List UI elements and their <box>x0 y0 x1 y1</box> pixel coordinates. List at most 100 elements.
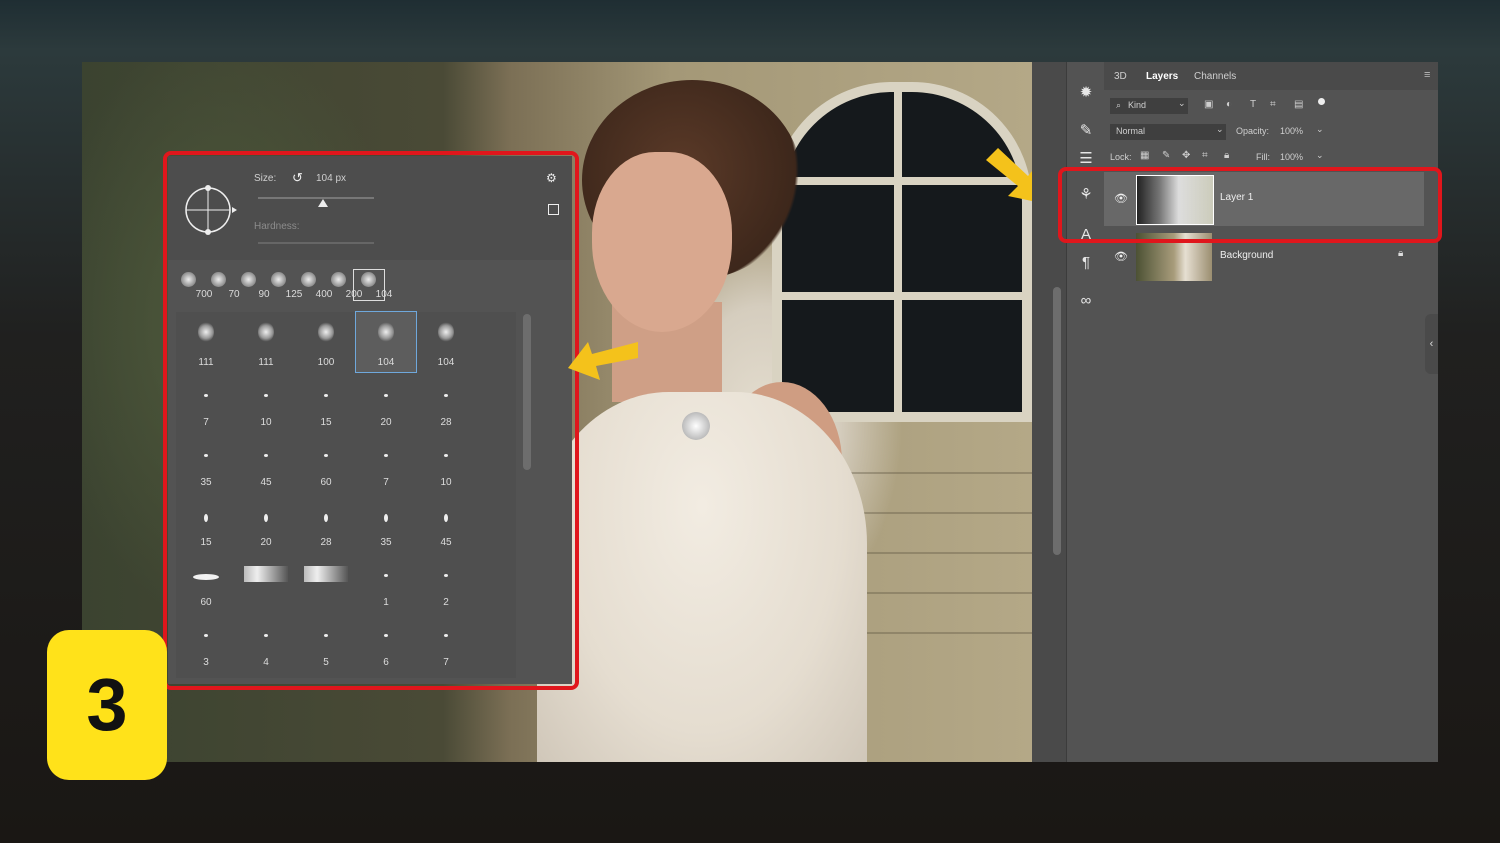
recent-brush-preset[interactable]: 90 <box>234 270 270 300</box>
recent-brush-preset[interactable]: 400 <box>294 270 332 300</box>
brush-tip-cell[interactable]: 7 <box>356 432 416 492</box>
recent-brush-presets: 700 70 90 125 400 200 104 <box>174 269 394 302</box>
filter-toggle-icon[interactable] <box>1318 98 1325 105</box>
brush-tip-cell[interactable]: 100 <box>296 312 356 372</box>
tab-3d[interactable]: 3D <box>1114 71 1127 82</box>
recent-brush-preset[interactable]: 104 <box>353 269 392 301</box>
brush-tip-icon <box>264 454 268 457</box>
brush-tip-icon <box>241 272 256 287</box>
brush-tip-cell[interactable]: 15 <box>296 372 356 432</box>
brush-tip-cell[interactable]: 6 <box>356 612 416 672</box>
brush-size-label: 7 <box>383 477 389 488</box>
brush-size-label: 3 <box>203 657 209 668</box>
brush-tip-cell[interactable]: 28 <box>296 492 356 552</box>
filter-kind-select[interactable]: ⌕ Kind ⌄ <box>1110 98 1188 114</box>
brush-tip-cell[interactable]: 111 <box>176 312 236 372</box>
layer-name[interactable]: Background <box>1220 250 1273 261</box>
brush-tip-cell[interactable]: 28 <box>416 372 476 432</box>
brush-tip-cell[interactable]: 15 <box>176 492 236 552</box>
panel-menu-icon[interactable]: ≡ <box>1424 69 1430 81</box>
lock-transparent-icon[interactable]: ▦ <box>1140 150 1149 161</box>
brush-tip-icon <box>324 394 328 397</box>
lock-all-icon[interactable]: 🔒︎ <box>1224 150 1229 161</box>
brush-angle-icon[interactable] <box>182 182 246 238</box>
size-slider[interactable] <box>258 197 374 199</box>
adjustment-filter-icon[interactable]: ◐ <box>1226 99 1232 110</box>
face <box>592 152 732 332</box>
shape-filter-icon[interactable]: ⌗ <box>1270 99 1276 110</box>
opacity-value[interactable]: 100% <box>1280 126 1303 136</box>
brush-tip-cell[interactable]: 104 <box>355 311 417 373</box>
brush-size-label: 45 <box>440 537 452 548</box>
brush-tip-cell[interactable]: 60 <box>176 552 236 612</box>
brush-size-label: 10 <box>260 417 272 428</box>
lock-pixels-icon[interactable]: ✎ <box>1162 150 1170 161</box>
collapse-panel-button[interactable]: ‹ <box>1425 314 1438 374</box>
brush-tip-icon <box>361 272 376 287</box>
brush-tip-cell[interactable]: 104 <box>416 312 476 372</box>
lock-position-icon[interactable]: ✥ <box>1182 150 1190 161</box>
smart-object-filter-icon[interactable]: ▤ <box>1294 99 1303 110</box>
chevron-down-icon[interactable]: ⌄ <box>1316 150 1324 161</box>
hardness-slider[interactable] <box>258 242 374 244</box>
layer-row-layer-1[interactable]: 👁︎ Layer 1 <box>1104 172 1424 226</box>
hardness-label: Hardness: <box>254 221 300 232</box>
canvas-scrollbar[interactable] <box>1053 287 1061 555</box>
gear-icon[interactable]: ⚙ <box>546 171 557 185</box>
size-value[interactable]: 104 px <box>316 173 346 184</box>
layer-row-background[interactable]: 👁︎ Background 🔒︎ <box>1104 230 1424 284</box>
tab-layers[interactable]: Layers <box>1146 71 1178 82</box>
brush-tip-cell[interactable]: 3 <box>176 612 236 672</box>
brush-tip-cell[interactable]: 7 <box>416 612 476 672</box>
brush-tip-cell[interactable]: 35 <box>176 432 236 492</box>
sun-icon[interactable]: ✹ <box>1077 84 1095 102</box>
brush-tip-cell[interactable]: 4 <box>236 612 296 672</box>
recent-brush-preset[interactable]: 700 <box>174 270 212 300</box>
recent-brush-preset[interactable]: 70 <box>204 270 240 300</box>
brush-tip-icon <box>198 322 214 342</box>
brush-panel-icon[interactable]: ✎ <box>1077 122 1095 140</box>
brush-tip-cell[interactable]: 20 <box>236 492 296 552</box>
new-preset-icon[interactable] <box>548 204 559 215</box>
brush-tip-cell[interactable]: 35 <box>356 492 416 552</box>
brush-tip-cell[interactable]: 1 <box>356 552 416 612</box>
recent-brush-preset[interactable]: 125 <box>264 270 302 300</box>
creative-cloud-icon[interactable]: ∞ <box>1077 292 1095 310</box>
brush-tip-cell[interactable]: 45 <box>416 492 476 552</box>
pixel-filter-icon[interactable]: ▣ <box>1204 99 1213 110</box>
brush-tip-cell[interactable]: 60 <box>296 432 356 492</box>
brush-tip-cell[interactable]: 10 <box>236 372 296 432</box>
reset-size-icon[interactable]: ↺ <box>292 170 303 186</box>
brush-tip-icon <box>444 454 448 457</box>
tab-channels[interactable]: Channels <box>1194 71 1236 82</box>
brush-tip-cell[interactable]: 111 <box>236 312 296 372</box>
panel-scrollbar[interactable] <box>523 314 531 470</box>
recent-brush-preset[interactable]: 200 <box>324 270 362 300</box>
brush-tip-cell[interactable] <box>236 552 296 612</box>
chevron-down-icon[interactable]: ⌄ <box>1316 124 1324 135</box>
brush-tip-cell[interactable]: 7 <box>176 372 236 432</box>
brush-tip-cell[interactable]: 20 <box>356 372 416 432</box>
brush-tip-cell[interactable]: 5 <box>296 612 356 672</box>
brush-tip-cell[interactable]: 10 <box>416 432 476 492</box>
brush-tip-icon <box>204 514 208 522</box>
adjustment-sliders-icon[interactable]: ☰ <box>1077 150 1095 168</box>
eye-icon[interactable]: 👁︎ <box>1114 250 1128 263</box>
brush-tip-cell[interactable]: 45 <box>236 432 296 492</box>
brush-cursor <box>682 412 710 440</box>
brush-size-label: 60 <box>320 477 332 488</box>
type-filter-icon[interactable]: T <box>1250 99 1256 110</box>
white-dress <box>537 392 867 762</box>
lock-artboard-icon[interactable]: ⌗ <box>1202 150 1208 161</box>
paragraph-icon[interactable]: ¶ <box>1077 254 1095 272</box>
fill-value[interactable]: 100% <box>1280 152 1303 162</box>
size-slider-thumb[interactable] <box>317 199 328 207</box>
character-icon[interactable]: A <box>1077 226 1095 244</box>
clone-source-icon[interactable]: ⚘ <box>1077 186 1095 204</box>
brush-tip-cell[interactable]: 2 <box>416 552 476 612</box>
brush-tip-cell[interactable] <box>296 552 356 612</box>
brush-tip-icon <box>258 322 274 342</box>
eye-icon[interactable]: 👁︎ <box>1114 192 1128 205</box>
layer-name[interactable]: Layer 1 <box>1220 192 1253 203</box>
blend-mode-select[interactable]: Normal ⌄ <box>1110 124 1226 140</box>
